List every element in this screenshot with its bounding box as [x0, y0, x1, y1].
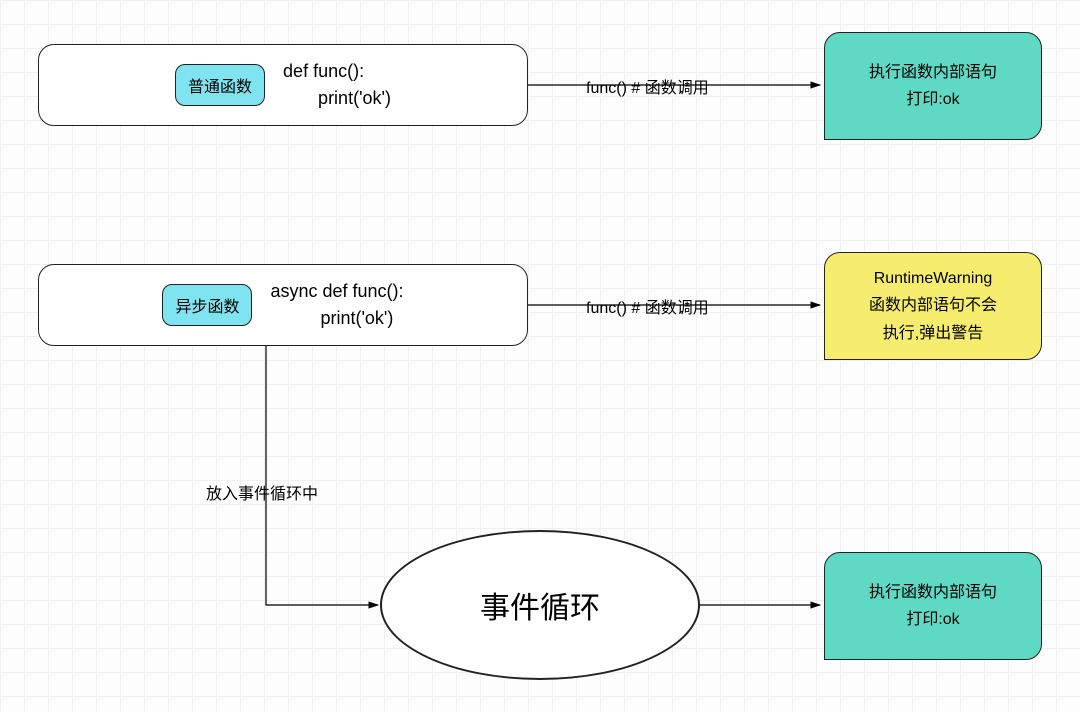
- edge-label-call1: func() # 函数调用: [580, 72, 715, 100]
- result-loop-node: 执行函数内部语句 打印:ok: [824, 552, 1042, 660]
- event-loop-label: 事件循环: [480, 583, 600, 627]
- edge-label-call2: func() # 函数调用: [580, 292, 715, 320]
- result-loop-text: 执行函数内部语句 打印:ok: [869, 579, 997, 633]
- result-warning-node: RuntimeWarning 函数内部语句不会 执行,弹出警告: [824, 252, 1042, 360]
- result-normal-text: 执行函数内部语句 打印:ok: [869, 59, 997, 113]
- async-function-code: async def func(): print('ok'): [270, 278, 403, 332]
- normal-function-node: 普通函数 def func(): print('ok'): [38, 44, 528, 126]
- edge-label-to-loop: 放入事件循环中: [200, 478, 324, 506]
- normal-function-code: def func(): print('ok'): [283, 58, 391, 112]
- event-loop-node: 事件循环: [380, 530, 700, 680]
- result-normal-node: 执行函数内部语句 打印:ok: [824, 32, 1042, 140]
- async-function-node: 异步函数 async def func(): print('ok'): [38, 264, 528, 346]
- async-function-badge: 异步函数: [162, 284, 252, 326]
- result-warning-text: RuntimeWarning 函数内部语句不会 执行,弹出警告: [869, 265, 997, 347]
- normal-function-badge: 普通函数: [175, 64, 265, 106]
